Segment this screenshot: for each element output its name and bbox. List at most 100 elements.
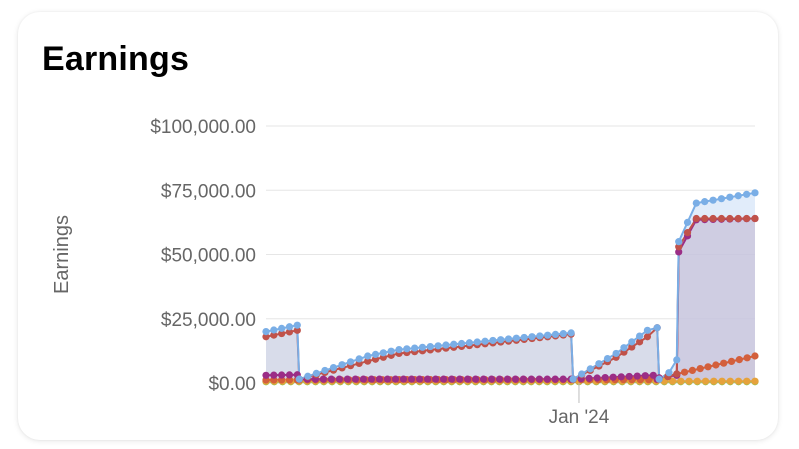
series-3-point [641, 372, 649, 380]
series-5-point [295, 375, 303, 383]
series-5-point [304, 372, 312, 380]
series-3-point [535, 375, 543, 383]
series-5-point [395, 345, 403, 354]
series-1-point [710, 377, 718, 385]
y-tick-label: $75,000.00 [161, 181, 256, 202]
series-5-point [312, 369, 320, 377]
series-5-point [603, 354, 612, 363]
series-3-point [511, 375, 519, 383]
series-3-point [375, 375, 384, 383]
series-5-point [628, 338, 636, 346]
series-3-point [479, 375, 488, 383]
series-3-point [609, 373, 617, 381]
series-3-point [543, 375, 551, 383]
series-5-point [520, 333, 528, 342]
series-3-point [503, 375, 512, 383]
series-5-point [355, 355, 363, 363]
series-5-point [551, 330, 560, 339]
x-tick-label: Jan '24 [549, 407, 610, 428]
series-5-point [675, 238, 683, 246]
series-2-point [680, 368, 689, 376]
series-3-point [601, 374, 609, 382]
series-1-point [718, 377, 726, 385]
series-3-point [423, 375, 432, 383]
series-2-point [696, 365, 704, 373]
series-5-point [709, 196, 717, 204]
series-5-area [266, 192, 755, 383]
series-3-point [327, 375, 335, 383]
series-3-point [262, 371, 270, 379]
series-4-point [709, 214, 717, 223]
area-layer [266, 192, 755, 383]
series-5-point [559, 330, 567, 338]
series-5-point [371, 350, 380, 359]
series-4-point [701, 214, 709, 223]
series-5-point [285, 323, 294, 331]
series-3-point [351, 375, 359, 383]
series-3-point [343, 375, 351, 383]
series-3-point [440, 375, 448, 383]
series-3-point [270, 371, 278, 379]
series-4-point [751, 214, 759, 223]
series-5-point [743, 190, 751, 198]
series-3-point [551, 375, 559, 383]
series-5-point [434, 342, 442, 350]
series-3-point [319, 375, 327, 383]
series-5-point [612, 349, 620, 358]
series-3-point [593, 374, 601, 382]
series-2-point [704, 363, 712, 371]
series-2-point [727, 357, 736, 366]
series-4-point [734, 214, 742, 223]
series-4-point [743, 214, 751, 223]
y-tick-label: $25,000.00 [161, 310, 256, 331]
series-1-point [677, 377, 685, 385]
series-5-point [643, 326, 652, 334]
series-2-point [712, 361, 720, 369]
series-3-point [399, 375, 408, 383]
series-5-point [504, 335, 513, 343]
series-5-point [442, 341, 450, 349]
series-5-point [270, 326, 278, 334]
series-5-point [683, 218, 692, 226]
series-4-point [673, 370, 681, 378]
series-5-point [450, 340, 458, 348]
series-3-point [527, 375, 535, 383]
series-5-point [321, 366, 329, 375]
series-5-point [586, 365, 594, 373]
series-1-point [743, 377, 751, 385]
y-tick-label: $100,000.00 [150, 117, 256, 138]
series-3-point [415, 375, 424, 383]
series-2-point [751, 352, 759, 360]
series-3-point [585, 374, 593, 382]
series-3-point [285, 371, 294, 379]
series-5-point [544, 331, 552, 339]
series-3-point [464, 375, 472, 383]
series-3-point [359, 375, 368, 383]
series-5-point [595, 360, 603, 368]
series-3-point [367, 375, 376, 383]
series-5-point [673, 356, 681, 364]
series-5-point [512, 334, 520, 342]
series-5-point [751, 189, 759, 197]
series-5-point [346, 358, 355, 366]
series-4-point [717, 214, 726, 223]
series-1-point [726, 377, 734, 385]
series-5-point [655, 375, 663, 383]
series-5-point [692, 199, 700, 207]
series-5-point [481, 337, 489, 345]
series-5-point [635, 332, 644, 340]
series-3-point [519, 375, 527, 383]
series-5-point [473, 338, 481, 346]
series-5-point [278, 324, 286, 332]
series-3-point [456, 375, 464, 383]
y-tick-label: $0.00 [208, 374, 256, 395]
series-5-point [403, 345, 411, 353]
series-3-point [487, 375, 496, 383]
series-3-point [625, 372, 633, 381]
series-3-point [495, 375, 504, 383]
series-4-point [726, 214, 734, 223]
series-5-point [458, 339, 466, 348]
series-5-point [620, 344, 628, 352]
series-5-point [536, 332, 544, 340]
series-2-point [743, 354, 751, 362]
